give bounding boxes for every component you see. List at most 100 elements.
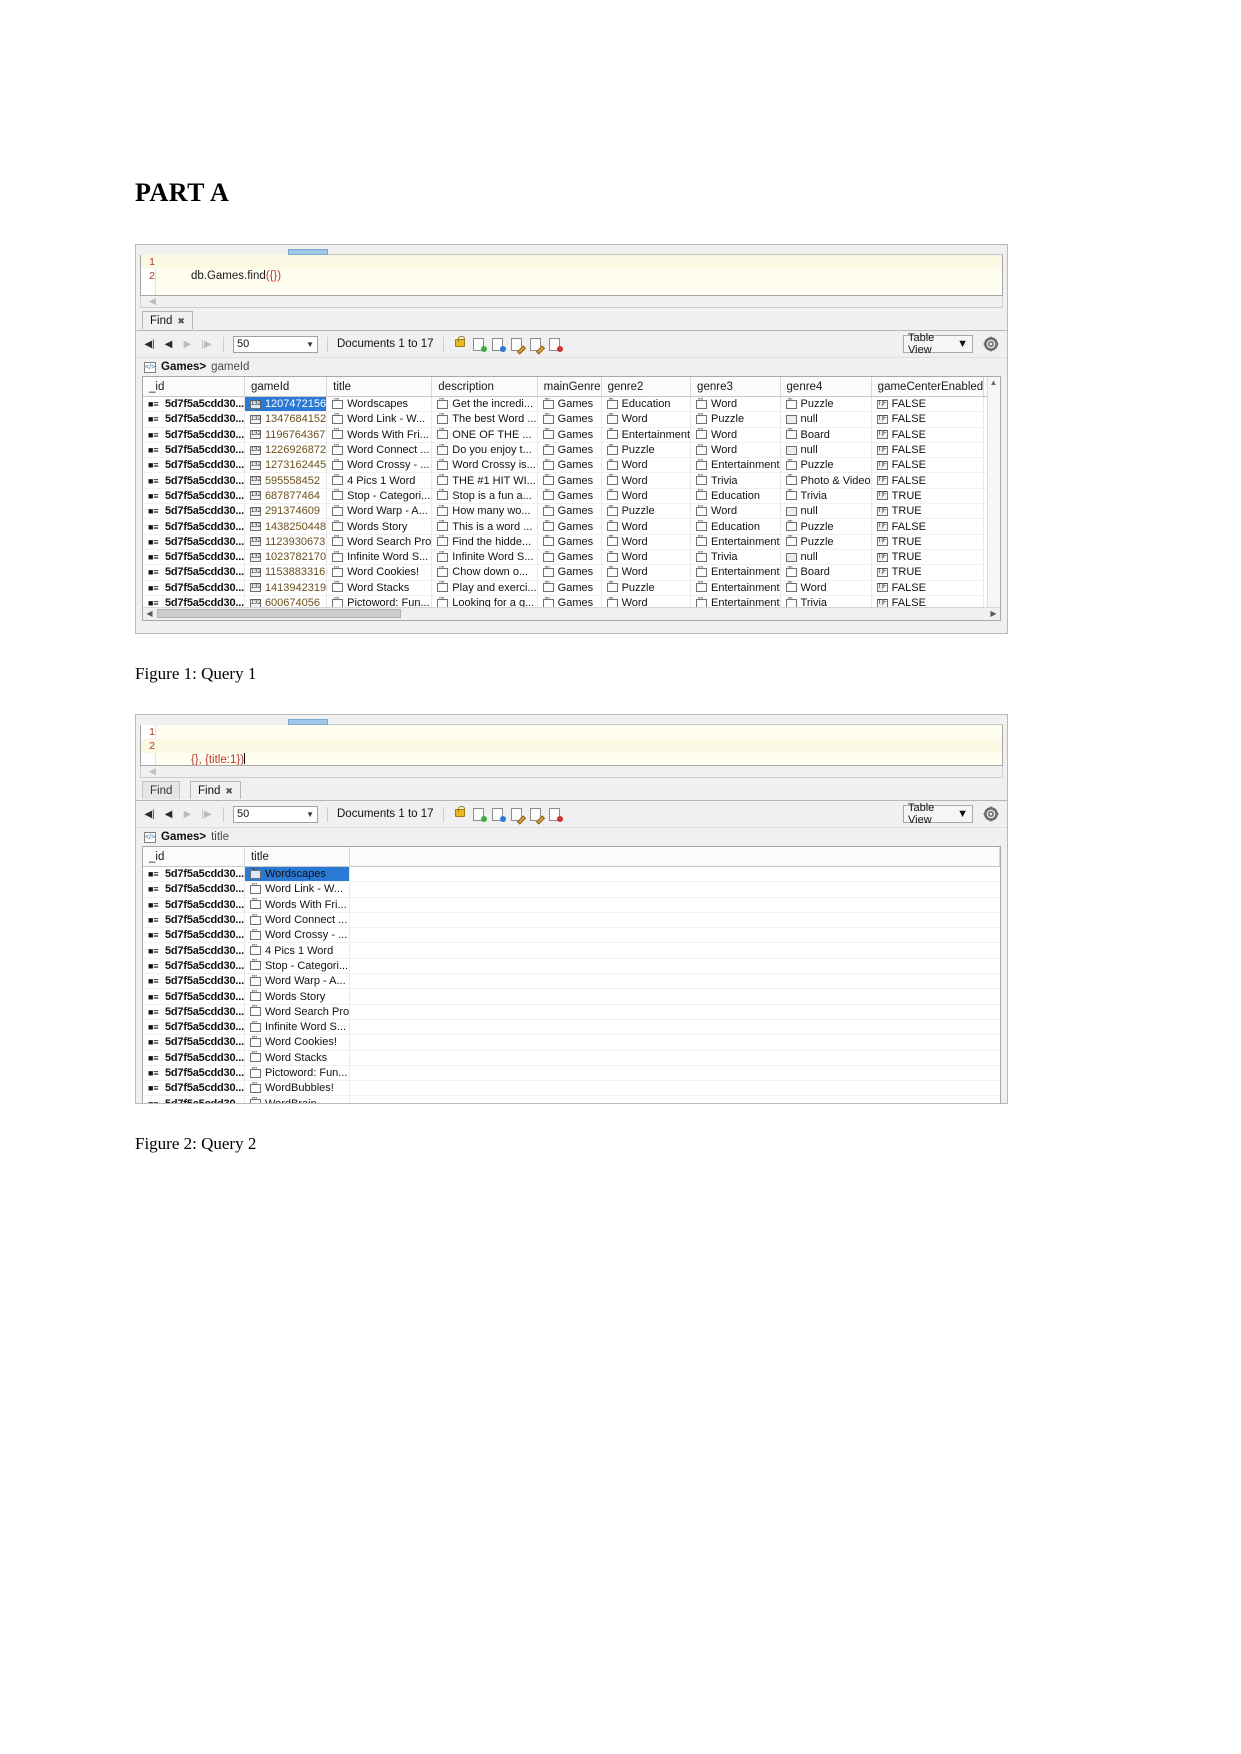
cell-mainGenre[interactable]: Games — [537, 411, 602, 428]
editor-horizontal-scrollbar-2[interactable]: ◀ — [140, 766, 1003, 778]
cell-gameId[interactable]: 132 1347684152 — [244, 411, 328, 428]
view-mode-select[interactable]: Table View ▼ — [903, 332, 973, 356]
cell-gameCenterEnabled[interactable]: T|FFALSE — [871, 457, 985, 474]
cell-description[interactable]: Chow down o... — [431, 564, 538, 581]
breadcrumb-collection[interactable]: Games> — [161, 361, 206, 373]
cell-title[interactable]: WordBubbles! — [244, 1080, 351, 1097]
cell-_id[interactable]: ■≡ 5d7f5a5cdd30... — [143, 488, 245, 505]
cell-title[interactable]: Words Story — [326, 518, 433, 535]
cell-gameId[interactable]: 132 1207472156 — [244, 396, 328, 413]
cell-genre4[interactable]: Board — [780, 564, 872, 581]
table-row[interactable]: ■≡5d7f5a5cdd30...1321153883316Word Cooki… — [143, 564, 1000, 581]
table-row[interactable]: ■≡ 5d7f5a5cdd30... Word Crossy - ... — [143, 927, 1000, 944]
cell-genre2[interactable]: Word — [601, 411, 692, 428]
tab-find-active[interactable]: Find ✖ — [190, 781, 241, 799]
column-header-mainGenre[interactable]: mainGenre — [537, 377, 602, 397]
first-page-button[interactable]: ◀| — [142, 807, 157, 822]
cell-mainGenre[interactable]: Games — [537, 518, 602, 535]
cell-description[interactable]: Do you enjoy t... — [431, 442, 538, 459]
delete-document-icon[interactable] — [548, 337, 563, 352]
table-row[interactable]: ■≡5d7f5a5cdd30...132687877464Stop - Cate… — [143, 488, 1000, 505]
cell-_id[interactable]: ■≡ 5d7f5a5cdd30... — [143, 1004, 245, 1020]
cell-_id[interactable]: ■≡ 5d7f5a5cdd30... — [143, 472, 245, 489]
scrollbar-thumb[interactable] — [157, 609, 401, 618]
lock-icon[interactable] — [453, 335, 468, 352]
cell-genre4[interactable]: null — [780, 503, 872, 520]
table-row[interactable]: ■≡ 5d7f5a5cdd30... Words Story — [143, 988, 1000, 1005]
lock-icon[interactable] — [453, 805, 468, 822]
table-row[interactable]: ■≡ 5d7f5a5cdd30... Word Cookies! — [143, 1034, 1000, 1051]
cell-title[interactable]: WordBrain — [244, 1095, 351, 1103]
scroll-up-icon[interactable]: ▲ — [989, 378, 998, 387]
cell-_id[interactable]: ■≡ 5d7f5a5cdd30... — [143, 427, 245, 443]
table-row[interactable]: ■≡5d7f5a5cdd30...1321207472156Wordscapes… — [143, 396, 1000, 413]
cell-mainGenre[interactable]: Games — [537, 472, 602, 489]
cell-title[interactable]: Words Story — [244, 988, 351, 1005]
cell-gameId[interactable]: 132 1123930673 — [244, 534, 328, 550]
cell-_id[interactable]: ■≡ 5d7f5a5cdd30... — [143, 1095, 245, 1103]
cell-gameId[interactable]: 132 291374609 — [244, 503, 328, 520]
cell-genre4[interactable]: null — [780, 411, 872, 428]
cell-genre4[interactable]: Board — [780, 427, 872, 443]
cell-genre2[interactable]: Entertainment — [601, 427, 692, 443]
cell-gameCenterEnabled[interactable]: T|FFALSE — [871, 396, 985, 413]
cell-gameCenterEnabled[interactable]: T|FFALSE — [871, 427, 985, 443]
cell-_id[interactable]: ■≡ 5d7f5a5cdd30... — [143, 973, 245, 990]
column-header-genre4[interactable]: genre4 — [780, 377, 872, 397]
cell-gameCenterEnabled[interactable]: T|FFALSE — [871, 472, 985, 489]
cell-genre2[interactable]: Word — [601, 518, 692, 535]
clone-document-icon[interactable] — [529, 807, 545, 825]
cell-genre2[interactable]: Puzzle — [601, 503, 692, 520]
table-row[interactable]: ■≡5d7f5a5cdd30...132291374609Word Warp -… — [143, 503, 1000, 520]
cell-_id[interactable]: ■≡ 5d7f5a5cdd30... — [143, 396, 245, 413]
query-editor-1[interactable]: 1 db.Games.find({}) 2 — [140, 255, 1003, 296]
cell-genre3[interactable]: Puzzle — [690, 411, 781, 428]
table-row[interactable]: ■≡5d7f5a5cdd30...1321273162445Word Cross… — [143, 457, 1000, 474]
cell-gameCenterEnabled[interactable]: T|F TRUE — [871, 549, 985, 566]
cell-_id[interactable]: ■≡ 5d7f5a5cdd30... — [143, 564, 245, 581]
cell-title[interactable]: Words With Fri... — [244, 897, 351, 913]
cell-gameCenterEnabled[interactable]: T|FFALSE — [871, 580, 985, 596]
cell-title[interactable]: Word Cookies! — [326, 564, 433, 581]
cell-title[interactable]: Word Connect ... — [244, 912, 351, 929]
cell-gameCenterEnabled[interactable]: T|FFALSE — [871, 411, 985, 428]
cell-description[interactable]: Find the hidde... — [431, 534, 538, 550]
table-row[interactable]: ■≡ 5d7f5a5cdd30... Word Search Pro — [143, 1004, 1000, 1020]
cell-_id[interactable]: ■≡ 5d7f5a5cdd30... — [143, 912, 245, 929]
prev-page-button[interactable]: ◀ — [161, 337, 176, 352]
cell-title[interactable]: Word Crossy - ... — [244, 927, 351, 944]
cell-_id[interactable]: ■≡ 5d7f5a5cdd30... — [143, 411, 245, 428]
last-page-button[interactable]: |▶ — [199, 807, 214, 822]
breadcrumb-field[interactable]: gameId — [211, 361, 249, 373]
cell-_id[interactable]: ■≡ 5d7f5a5cdd30... — [143, 927, 245, 944]
table-row[interactable]: ■≡5d7f5a5cdd30...1321226926872Word Conne… — [143, 442, 1000, 459]
cell-title[interactable]: Word Search Pro — [326, 534, 433, 550]
cell-gameId[interactable]: 132 1023782170 — [244, 549, 328, 566]
cell-genre3[interactable]: Entertainment — [690, 580, 781, 596]
column-header-gameId[interactable]: gameId — [244, 377, 328, 397]
cell-genre4[interactable]: Word — [780, 580, 872, 596]
cell-genre4[interactable]: Photo & Video — [780, 472, 872, 489]
cell-genre2[interactable]: Education — [601, 396, 692, 413]
view-mode-select[interactable]: Table View ▼ — [903, 802, 973, 826]
table-row[interactable]: ■≡ 5d7f5a5cdd30... WordBrain — [143, 1095, 1000, 1103]
column-header-genre2[interactable]: genre2 — [601, 377, 692, 397]
table-row[interactable]: ■≡ 5d7f5a5cdd30... Wordscapes — [143, 866, 1000, 883]
results-table-2[interactable]: _idtitle ■≡ 5d7f5a5cdd30... Wordscapes ■≡ 5d… — [142, 846, 1001, 1103]
cell-_id[interactable]: ■≡ 5d7f5a5cdd30... — [143, 534, 245, 550]
cell-gameId[interactable]: 132 1273162445 — [244, 457, 328, 474]
cell-_id[interactable]: ■≡ 5d7f5a5cdd30... — [143, 897, 245, 913]
cell-title[interactable]: Stop - Categori... — [244, 958, 351, 975]
cell-title[interactable]: Word Search Pro — [244, 1004, 351, 1020]
cell-description[interactable]: The best Word ... — [431, 411, 538, 428]
cell-genre2[interactable]: Word — [601, 488, 692, 505]
cell-title[interactable]: Word Warp - A... — [244, 973, 351, 990]
cell-title[interactable]: Word Stacks — [244, 1050, 351, 1066]
table-row[interactable]: ■≡5d7f5a5cdd30...1325955584524 Pics 1 Wo… — [143, 472, 1000, 489]
cell-_id[interactable]: ■≡ 5d7f5a5cdd30... — [143, 1019, 245, 1036]
gear-icon[interactable] — [983, 806, 999, 822]
cell-mainGenre[interactable]: Games — [537, 534, 602, 550]
cell-description[interactable]: Infinite Word S... — [431, 549, 538, 566]
cell-genre3[interactable]: Entertainment — [690, 457, 781, 474]
next-page-button[interactable]: ▶ — [180, 337, 195, 352]
